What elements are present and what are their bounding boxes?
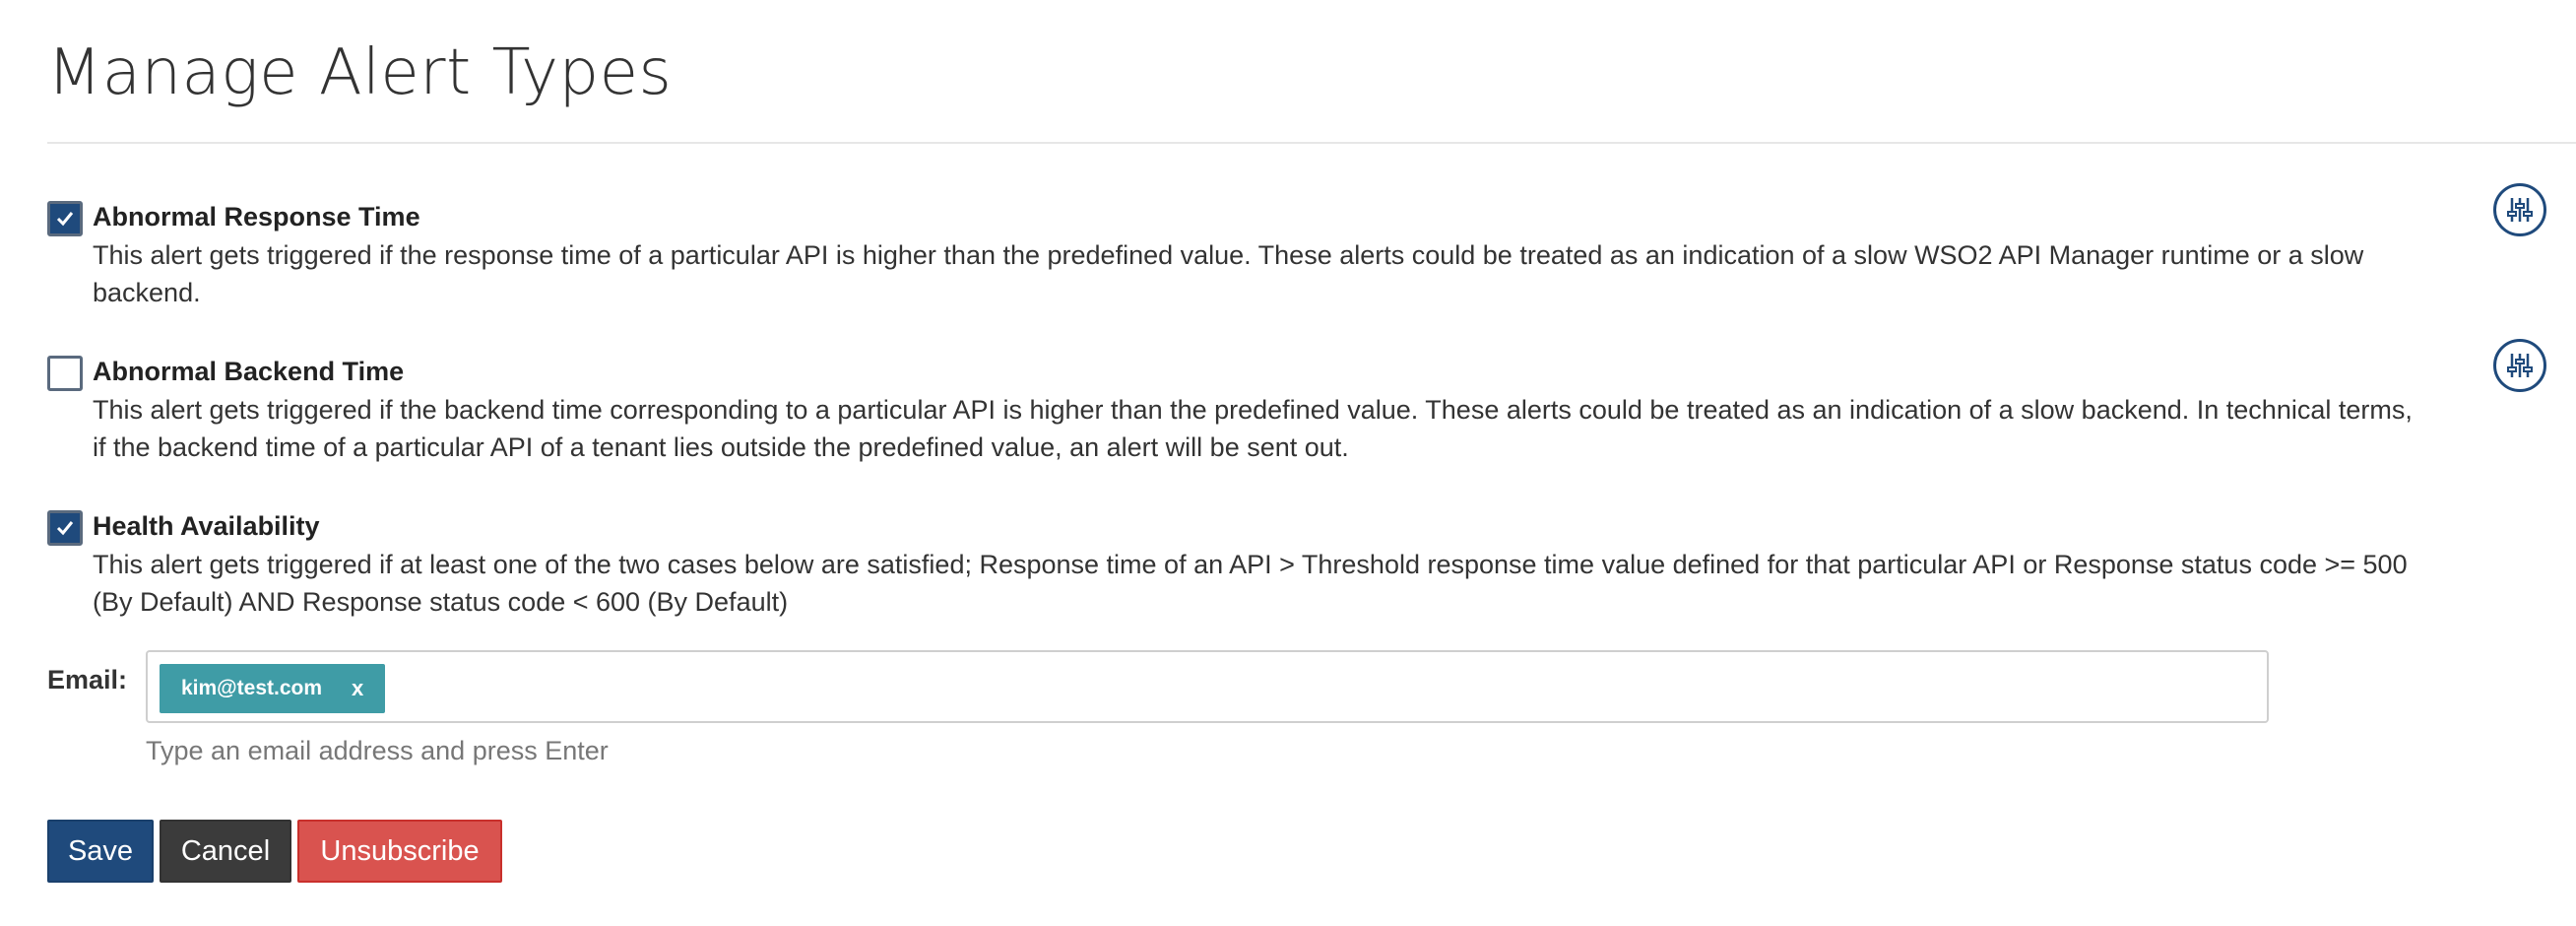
alert-checkbox-health-availability[interactable]: [47, 510, 83, 546]
alert-description: This alert gets triggered if at least on…: [93, 550, 2408, 617]
alert-description: This alert gets triggered if the backend…: [93, 395, 2413, 462]
alert-description: This alert gets triggered if the respons…: [93, 240, 2364, 307]
alert-settings-button-abnormal-response-time[interactable]: [2493, 183, 2546, 236]
title-divider: [47, 142, 2576, 144]
email-tags-input[interactable]: kim@test.com x: [146, 650, 2269, 723]
cancel-button[interactable]: Cancel: [160, 820, 291, 883]
email-input[interactable]: [384, 666, 2239, 711]
alert-title: Abnormal Backend Time: [93, 357, 405, 386]
sliders-icon: [2507, 354, 2533, 377]
alert-checkbox-abnormal-backend-time[interactable]: [47, 356, 83, 391]
remove-tag-icon[interactable]: x: [352, 664, 363, 713]
email-hint: Type an email address and press Enter: [146, 736, 609, 765]
alert-title: Abnormal Response Time: [93, 202, 420, 232]
sliders-icon: [2507, 198, 2533, 222]
check-icon: [56, 521, 74, 536]
alert-checkbox-abnormal-response-time[interactable]: [47, 201, 83, 236]
unsubscribe-button[interactable]: Unsubscribe: [297, 820, 502, 883]
save-button[interactable]: Save: [47, 820, 154, 883]
page-title: Manage Alert Types: [47, 36, 673, 109]
email-tag-text: kim@test.com: [181, 677, 323, 699]
check-icon: [56, 212, 74, 227]
alert-title: Health Availability: [93, 511, 320, 541]
email-label: Email:: [47, 665, 128, 694]
alert-settings-button-abnormal-backend-time[interactable]: [2493, 339, 2546, 392]
email-tag: kim@test.com x: [160, 664, 386, 713]
